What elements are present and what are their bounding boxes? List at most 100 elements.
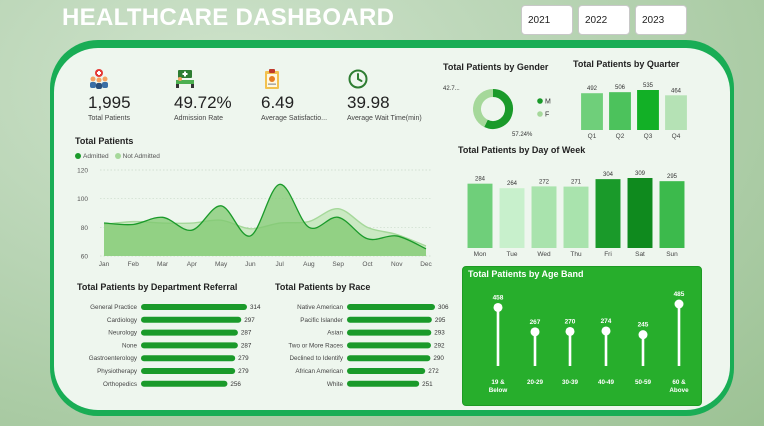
kpi-total-patients-value: 1,995: [88, 93, 131, 112]
quarter-value-label: 535: [643, 83, 654, 89]
kpi-wait-time-label: Average Wait Time(min): [347, 115, 422, 122]
age-band-category-label: 40-49: [598, 379, 615, 386]
day-bar: [563, 186, 589, 248]
department-bar: [141, 368, 236, 374]
donut-slice-m: [484, 89, 513, 129]
legend-dot-f: [537, 111, 543, 117]
quarter-bar-chart: 492 Q1 506 Q2 535 Q3 464 Q4: [581, 83, 687, 140]
quarter-bar: [637, 90, 659, 130]
age-band-value-label: 485: [674, 291, 685, 298]
y-tick-label: 100: [77, 196, 88, 203]
age-band-chart-title: Total Patients by Age Band: [468, 269, 584, 279]
day-value-label: 272: [539, 179, 550, 185]
year-filter-2021[interactable]: 2021: [521, 5, 573, 35]
day-bar: [595, 179, 621, 248]
department-value-label: 287: [241, 330, 252, 337]
dashboard-title: HEALTHCARE DASHBOARD: [62, 4, 395, 31]
x-tick-label: Mar: [157, 261, 169, 268]
kpi-satisfaction-label: Average Satisfactio...: [261, 115, 328, 122]
department-category-label: Cardiology: [107, 317, 138, 324]
age-band-category-label: 19 &: [491, 379, 505, 386]
department-category-label: Neurology: [108, 330, 138, 337]
clock-icon: [348, 69, 368, 89]
day-bar: [499, 188, 525, 248]
race-bar: [347, 342, 431, 349]
race-chart-title: Total Patients by Race: [275, 282, 371, 292]
race-bar: [347, 368, 426, 374]
quarter-bar: [609, 92, 631, 130]
day-value-label: 295: [667, 174, 678, 180]
race-value-label: 293: [434, 330, 445, 337]
day-value-label: 271: [571, 180, 582, 186]
department-value-label: 279: [238, 368, 249, 375]
year-filter-2023[interactable]: 2023: [635, 5, 687, 35]
age-band-value-label: 270: [565, 318, 576, 325]
department-bar: [141, 380, 228, 387]
day-chart-title: Total Patients by Day of Week: [458, 145, 586, 155]
y-tick-label: 120: [77, 168, 88, 175]
x-tick-label: Dec: [420, 261, 432, 268]
department-category-label: Orthopedics: [103, 381, 137, 388]
x-tick-label: Nov: [391, 261, 403, 268]
x-tick-label: Oct: [362, 261, 372, 268]
race-category-label: Two or More Races: [288, 342, 343, 349]
race-category-label: African American: [295, 368, 343, 375]
department-category-label: None: [122, 342, 138, 349]
department-category-label: Physiotherapy: [97, 368, 138, 375]
race-bar-chart: Native American 306 Pacific Islander 295 Asi…: [288, 304, 449, 388]
y-tick-label: 60: [81, 254, 89, 261]
race-value-label: 251: [422, 381, 433, 388]
age-band-point: [565, 326, 575, 336]
age-band-point: [530, 327, 540, 337]
gender-donut-chart: 57.24% 42.7... MF: [443, 86, 551, 138]
race-category-label: White: [327, 381, 344, 388]
race-category-label: Native American: [297, 304, 343, 311]
age-band-point: [674, 299, 684, 309]
day-category-label: Mon: [474, 251, 487, 258]
department-value-label: 314: [250, 304, 261, 311]
clipboard-icon: [265, 69, 279, 89]
department-bar: [141, 342, 238, 349]
age-band-category-label: Below: [489, 387, 508, 394]
legend-not-admitted: Not Admitted: [114, 153, 160, 160]
donut-label-m: 57.24%: [512, 132, 533, 138]
department-category-label: General Practice: [90, 304, 137, 311]
department-category-label: Gastroenterology: [89, 355, 138, 362]
admitted-area: [104, 184, 426, 256]
age-band-category-label: Above: [669, 387, 689, 394]
department-bar: [141, 329, 238, 336]
kpi-admission-rate-value: 49.72%: [174, 93, 232, 112]
quarter-bar: [581, 93, 603, 130]
day-category-label: Tue: [507, 251, 518, 258]
department-value-label: 256: [230, 381, 241, 388]
race-value-label: 290: [433, 355, 444, 362]
day-category-label: Sat: [635, 251, 645, 258]
age-band-lollipop-chart: 458 19 &Below 267 20-29 270 30-39 274 40-49 245 5…: [489, 291, 689, 394]
age-band-category-label: 20-29: [527, 379, 544, 386]
department-bar: [141, 316, 242, 323]
race-category-label: Pacific Islander: [300, 317, 343, 324]
total-patients-chart-title: Total Patients: [75, 136, 134, 146]
quarter-value-label: 506: [615, 85, 626, 91]
kpi-wait-time: 39.98 Average Wait Time(min): [347, 68, 422, 122]
quarter-bar: [665, 95, 687, 130]
race-bar: [347, 355, 431, 362]
quarter-value-label: 492: [587, 86, 598, 92]
day-category-label: Fri: [604, 251, 612, 258]
legend-admitted: Admitted: [75, 153, 109, 160]
x-tick-label: Feb: [128, 261, 140, 268]
department-chart-title: Total Patients by Department Referral: [77, 282, 238, 292]
race-bar: [347, 329, 432, 336]
age-band-category-label: 50-59: [635, 379, 652, 386]
x-tick-label: Sep: [332, 261, 344, 268]
x-tick-label: Aug: [303, 261, 315, 268]
race-bar: [347, 316, 432, 323]
department-value-label: 297: [244, 317, 255, 324]
year-filter-2022[interactable]: 2022: [578, 5, 630, 35]
department-value-label: 287: [241, 342, 252, 349]
race-value-label: 272: [428, 368, 439, 375]
quarter-value-label: 464: [671, 88, 682, 94]
donut-label-f: 42.7...: [443, 86, 460, 92]
age-band-category-label: 30-39: [562, 379, 579, 386]
department-bar: [141, 355, 236, 362]
